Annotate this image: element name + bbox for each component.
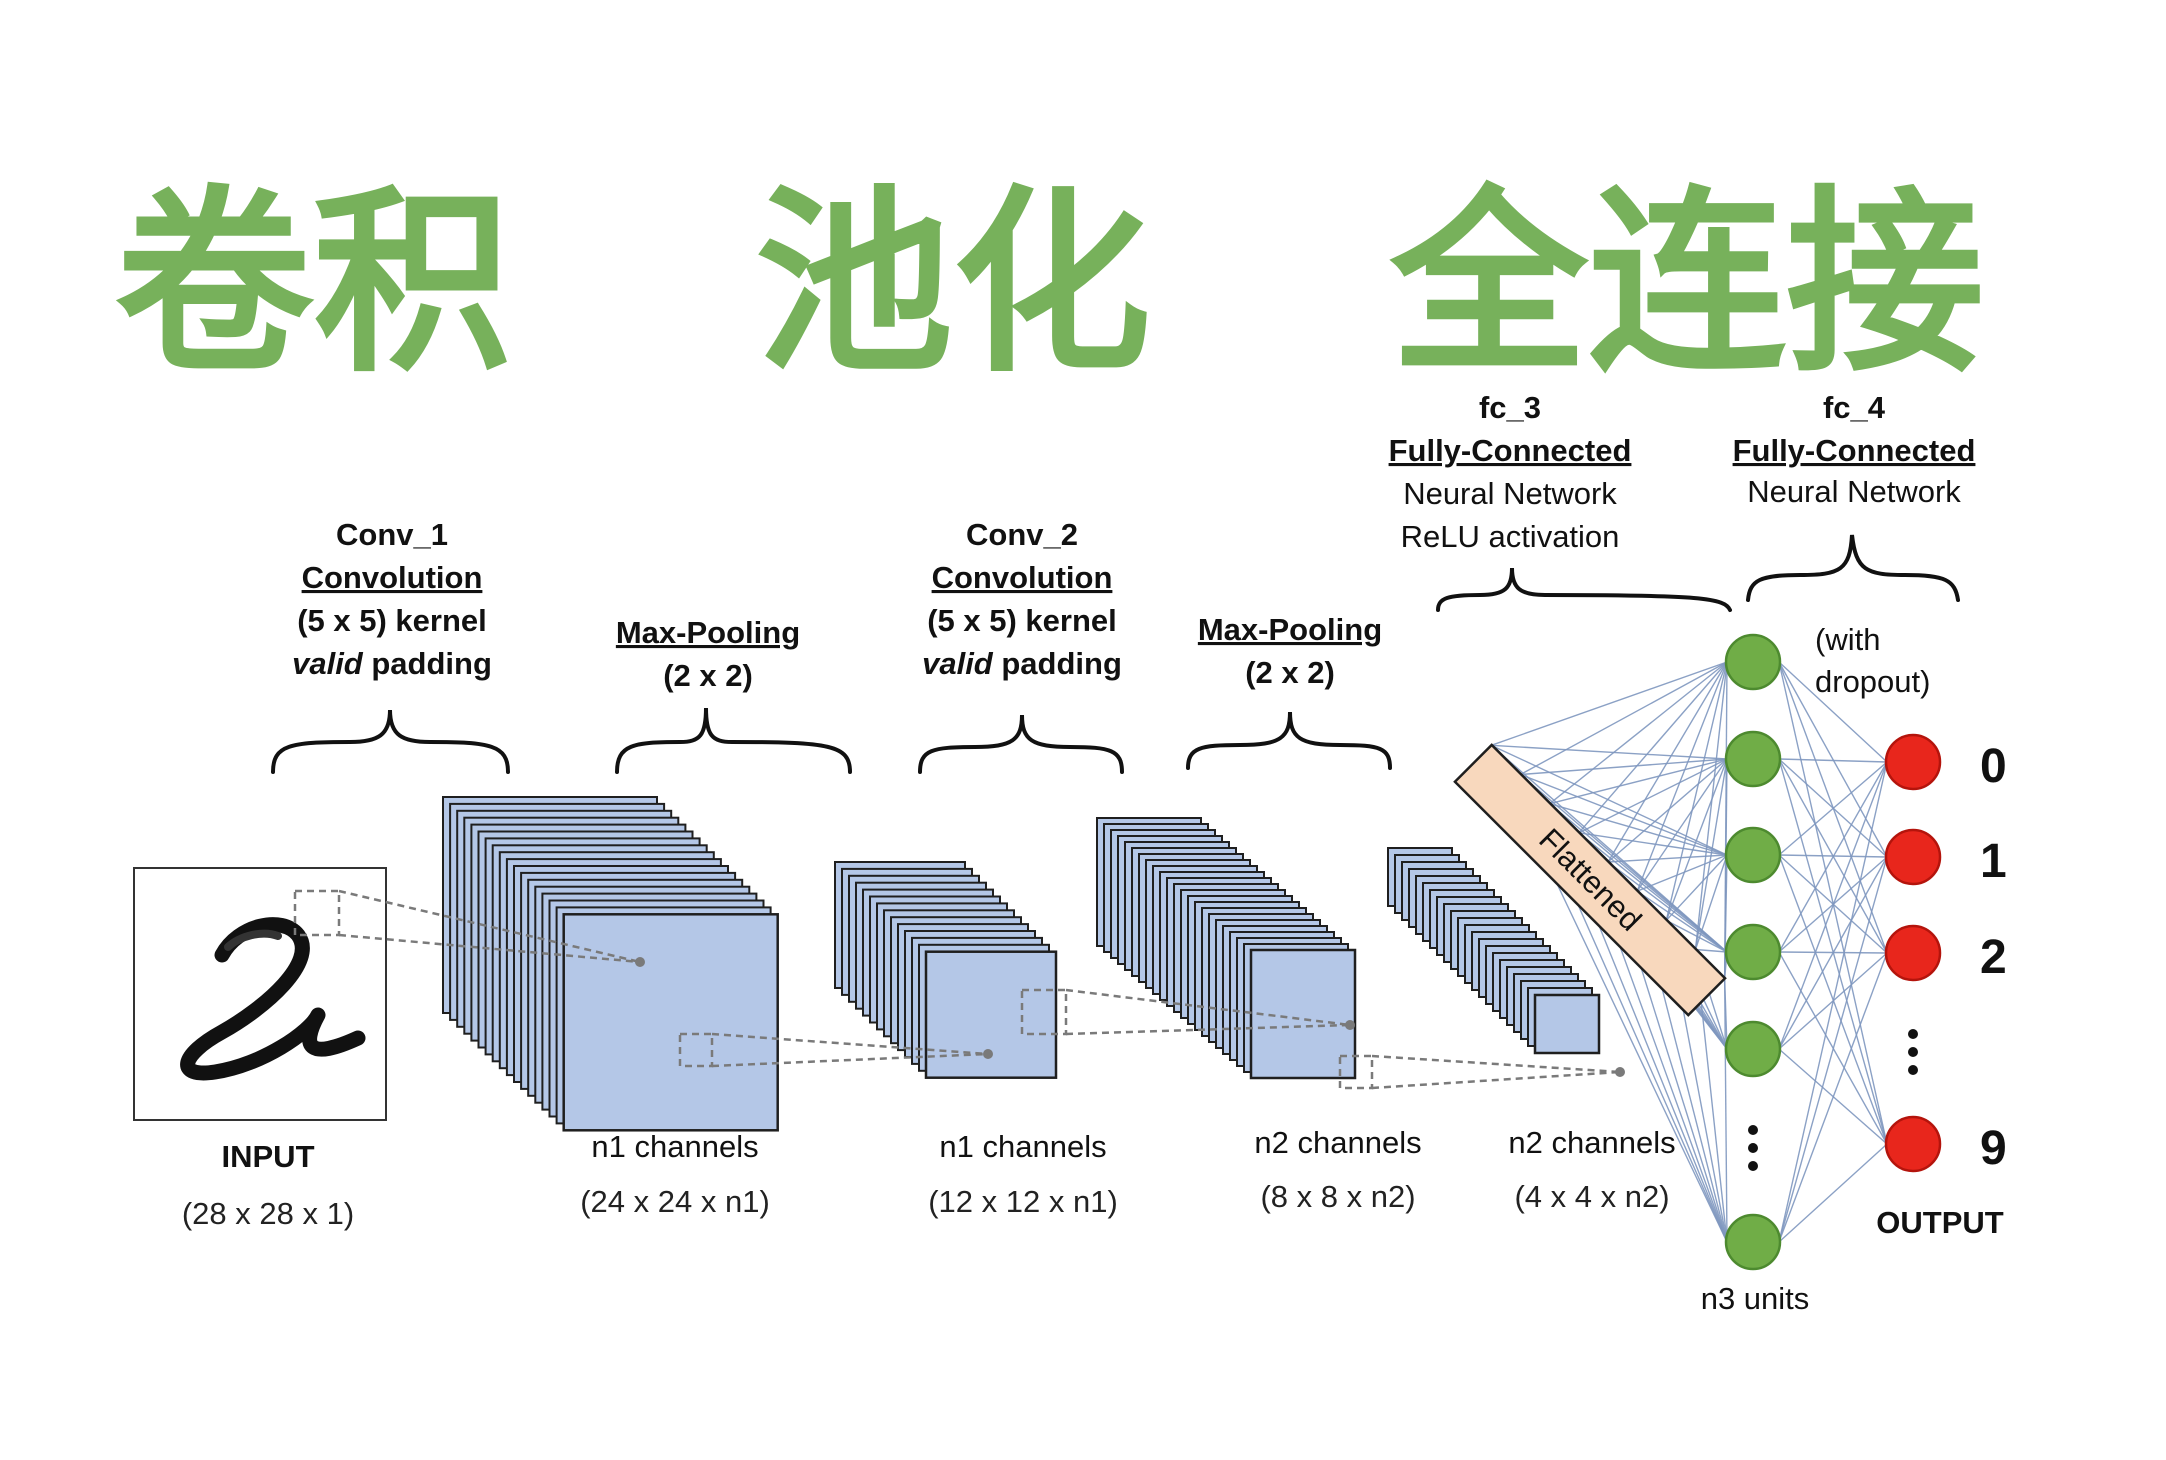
fc3-desc: Neural Network	[1403, 476, 1617, 511]
pool2-type: Max-Pooling	[1198, 612, 1382, 647]
fc3-units: n3 units	[1701, 1281, 1810, 1316]
conv2-type: Convolution	[932, 560, 1113, 595]
connector-conv2-top	[1371, 1054, 1621, 1074]
output-node	[1884, 828, 1942, 886]
conv2-target-dot	[1345, 1020, 1355, 1030]
fc3-node	[1724, 1213, 1782, 1271]
fc3-nodes	[1724, 633, 1782, 1271]
conv1-dims: (24 x 24 x n1)	[580, 1184, 770, 1219]
conv2-feature-maps	[1096, 817, 1357, 1080]
conv2-padding: valid padding	[922, 646, 1122, 681]
output-nodes	[1884, 733, 1942, 1173]
output-digit-1: 1	[1980, 835, 2007, 888]
conv1-type: Convolution	[302, 560, 483, 595]
output-ellipsis	[1908, 1029, 1918, 1075]
conv2-name: Conv_2	[966, 517, 1078, 552]
pool1-caption: Max-Pooling (2 x 2)	[616, 615, 800, 693]
output-digit-9: 9	[1980, 1122, 2007, 1175]
fc3-node	[1724, 633, 1782, 691]
fc3-to-output-connection	[1778, 952, 1888, 1243]
fc3-node	[1724, 730, 1782, 788]
pool1-channels: n1 channels	[939, 1129, 1106, 1164]
fc3-ellipsis	[1748, 1125, 1758, 1171]
pool2-brace	[1186, 711, 1392, 770]
title-pooling: 池化	[755, 168, 1151, 399]
output-label: OUTPUT	[1876, 1205, 2004, 1240]
flatten-to-fc3-connection	[1636, 661, 1728, 892]
fc3-to-output-connection	[1778, 856, 1888, 1243]
pool2-dims: (4 x 4 x n2)	[1514, 1179, 1669, 1214]
conv1-padding: valid padding	[292, 646, 492, 681]
conv2-brace	[918, 714, 1124, 774]
fc3-to-output-connection	[1778, 761, 1888, 1243]
output-node	[1884, 924, 1942, 982]
pool2-caption: Max-Pooling (2 x 2)	[1198, 612, 1382, 690]
fc3-node	[1724, 923, 1782, 981]
conv1-target-dot	[635, 957, 645, 967]
pool2-front-map	[1533, 993, 1601, 1055]
connector-conv2-bottom	[1371, 1070, 1621, 1090]
input-label: INPUT	[222, 1139, 315, 1174]
fc4-brace	[1746, 534, 1960, 602]
output-digit-0: 0	[1980, 740, 2007, 793]
cnn-architecture-diagram: 卷积 池化 全连接 Conv_1 Convolution (5 x 5) ker…	[115, 168, 2007, 1316]
fc3-name: fc_3	[1479, 390, 1541, 425]
fc3-node	[1724, 826, 1782, 884]
conv2-dims: (8 x 8 x n2)	[1260, 1179, 1415, 1214]
conv1-channels: n1 channels	[591, 1129, 758, 1164]
conv1-padding-em: valid	[292, 646, 364, 681]
input-dims: (28 x 28 x 1)	[182, 1196, 354, 1231]
input-image	[133, 867, 387, 1121]
conv2-kernel: (5 x 5) kernel	[927, 603, 1117, 638]
conv1-caption: Conv_1 Convolution (5 x 5) kernel valid …	[292, 517, 492, 681]
pool1-brace	[615, 707, 852, 774]
conv2-padding-rest: padding	[993, 646, 1122, 681]
title-fully-connected: 全连接	[1389, 168, 1984, 399]
output-node	[1884, 1115, 1942, 1173]
pool1-type: Max-Pooling	[616, 615, 800, 650]
title-convolution: 卷积	[115, 168, 511, 399]
flatten-to-fc3-connection	[1694, 661, 1728, 950]
pool2-channels: n2 channels	[1508, 1125, 1675, 1160]
output-node	[1884, 733, 1942, 791]
fc4-desc: Neural Network	[1747, 474, 1961, 509]
flatten-to-fc3-connection	[1665, 854, 1728, 921]
conv1-name: Conv_1	[336, 517, 448, 552]
fc3-node	[1724, 1020, 1782, 1078]
conv2-caption: Conv_2 Convolution (5 x 5) kernel valid …	[922, 517, 1122, 681]
input-frame	[133, 867, 387, 1121]
conv1-brace	[271, 709, 510, 774]
fc4-type: Fully-Connected	[1733, 433, 1976, 468]
conv2-channels: n2 channels	[1254, 1125, 1421, 1160]
pool1-target-dot	[983, 1049, 993, 1059]
fc3-to-output-connection	[1778, 661, 1888, 1145]
conv1-feature-maps	[442, 796, 779, 1132]
conv2-padding-em: valid	[922, 646, 994, 681]
pool2-target-dot	[1615, 1067, 1625, 1077]
conv1-kernel: (5 x 5) kernel	[297, 603, 487, 638]
pool1-front-map	[924, 950, 1058, 1079]
fc3-activation: ReLU activation	[1401, 519, 1620, 554]
fc3-brace	[1436, 567, 1732, 612]
fc3-to-output-connection	[1778, 761, 1888, 1050]
fc3-caption: fc_3 Fully-Connected Neural Network ReLU…	[1389, 390, 1632, 554]
fc4-caption: fc_4 Fully-Connected Neural Network	[1733, 390, 1976, 509]
conv1-front-map	[562, 913, 779, 1132]
flatten-to-fc3-connection	[1607, 854, 1728, 863]
fc3-to-output-connection	[1778, 1143, 1888, 1243]
fc4-dropout-line1: (with	[1815, 622, 1880, 657]
fc3-type: Fully-Connected	[1389, 433, 1632, 468]
fc4-name: fc_4	[1823, 390, 1886, 425]
flatten-to-fc3-connection	[1636, 854, 1728, 892]
conv1-padding-rest: padding	[363, 646, 492, 681]
fc4-dropout-line2: dropout)	[1815, 664, 1930, 699]
output-digit-2: 2	[1980, 931, 2007, 984]
pool1-size: (2 x 2)	[663, 658, 753, 693]
fc3-to-output-connection	[1778, 761, 1888, 856]
pool1-dims: (12 x 12 x n1)	[928, 1184, 1118, 1219]
pool2-size: (2 x 2)	[1245, 655, 1335, 690]
